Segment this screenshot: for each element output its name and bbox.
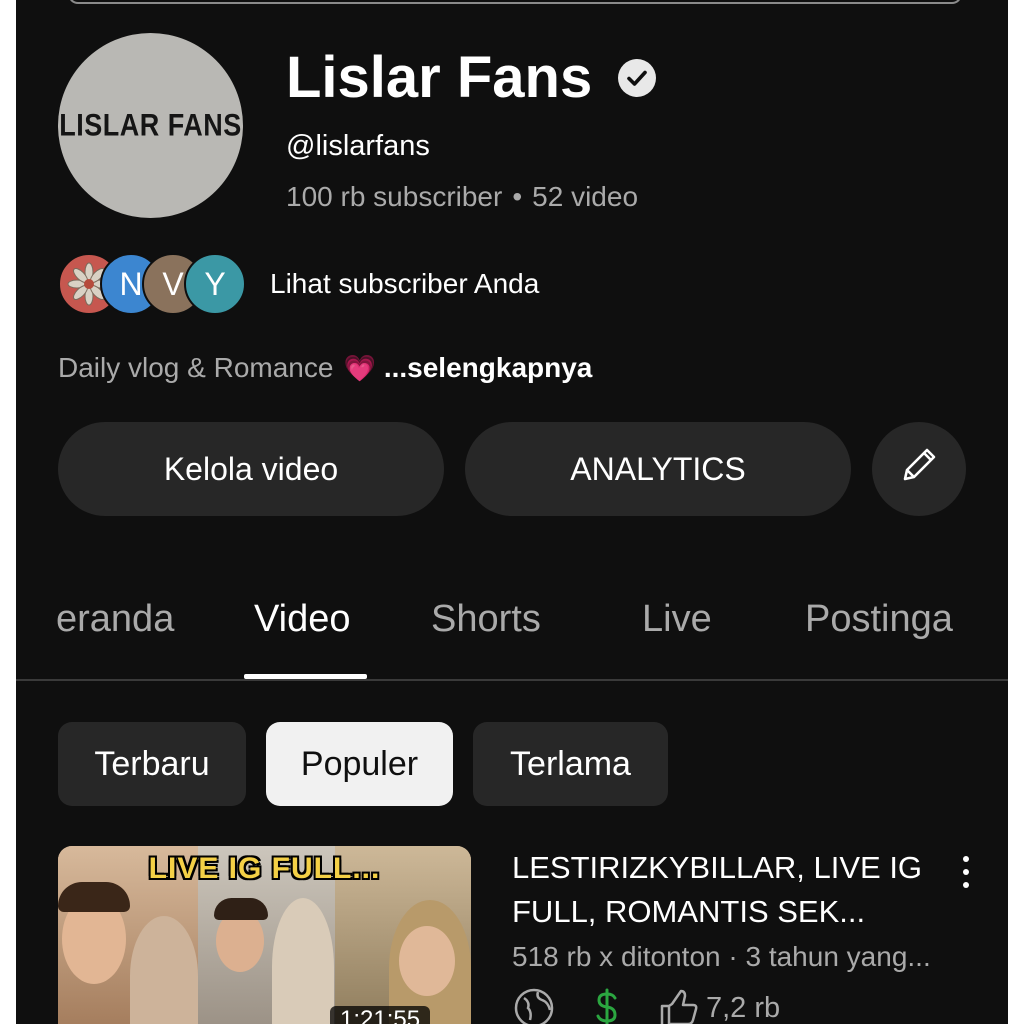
video-meta: 518 rb x ditonton · 3 tahun yang... (512, 941, 931, 972)
channel-stats: 100 rb subscriber • 52 video (286, 181, 638, 213)
tabs-divider (16, 679, 1008, 681)
channel-handle: @lislarfans (286, 130, 430, 162)
tab-video[interactable]: Video (254, 598, 351, 641)
tab-shorts[interactable]: Shorts (431, 598, 541, 641)
thumbnail-title: LIVE IG FULL... (148, 852, 381, 885)
more-vert-icon[interactable] (952, 852, 980, 892)
subscriber-avatar: Y (184, 253, 246, 315)
thumbnail-hijab (272, 898, 334, 1024)
description-text: Daily vlog & Romance (58, 352, 334, 383)
tab-home[interactable]: eranda (56, 598, 174, 641)
verified-check-icon (618, 58, 657, 97)
thumbnail-hair (214, 898, 268, 920)
thumbs-up-icon: 7,2 rb (658, 986, 780, 1024)
description-more-link[interactable]: ...selengkapnya (384, 352, 593, 384)
video-status-icons: 7,2 rb (512, 986, 816, 1024)
globe-icon (512, 986, 556, 1024)
pencil-icon (895, 441, 943, 497)
search-bar-edge[interactable] (68, 0, 962, 4)
channel-page: LISLAR FANS Lislar Fans @lislarfans 100 … (16, 0, 1008, 1024)
stats-separator: • (512, 181, 523, 212)
channel-name: Lislar Fans (286, 45, 593, 110)
view-subscribers-link[interactable]: Lihat subscriber Anda (270, 268, 539, 300)
filter-chip-latest[interactable]: Terbaru (58, 722, 246, 806)
channel-title-row: Lislar Fans (286, 44, 657, 111)
view-subscribers-row[interactable]: N V Y Lihat subscriber Anda (58, 251, 539, 317)
tab-posts[interactable]: Postinga (805, 598, 953, 641)
filter-chip-popular[interactable]: Populer (266, 722, 453, 806)
channel-description[interactable]: Daily vlog & Romance 💗 ...selengkapnya (58, 352, 592, 384)
subscriber-count: 100 rb subscriber (286, 181, 503, 212)
channel-avatar[interactable]: LISLAR FANS (58, 33, 243, 218)
avatar-text: LISLAR FANS (59, 107, 242, 143)
tab-live[interactable]: Live (642, 598, 712, 641)
like-count: 7,2 rb (706, 991, 781, 1024)
heart-emoji: 💗 (343, 352, 376, 383)
video-title[interactable]: LESTIRIZKYBILLAR, LIVE IG FULL, ROMANTIS… (512, 846, 932, 934)
video-thumbnail[interactable]: LIVE IG FULL... 1:21:55 (58, 846, 471, 1024)
thumbnail-hair (58, 882, 130, 912)
manage-videos-button[interactable]: Kelola video (58, 422, 444, 516)
edit-channel-button[interactable] (872, 422, 966, 516)
thumbnail-hijab (130, 916, 198, 1024)
analytics-button[interactable]: ANALYTICS (465, 422, 851, 516)
thumbnail-face (399, 926, 455, 996)
video-count: 52 video (532, 181, 639, 212)
filter-chip-oldest[interactable]: Terlama (473, 722, 668, 806)
channel-tabs: eranda Video Shorts Live Postinga (16, 590, 1008, 680)
dollar-icon (592, 986, 622, 1024)
video-duration: 1:21:55 (330, 1006, 431, 1024)
